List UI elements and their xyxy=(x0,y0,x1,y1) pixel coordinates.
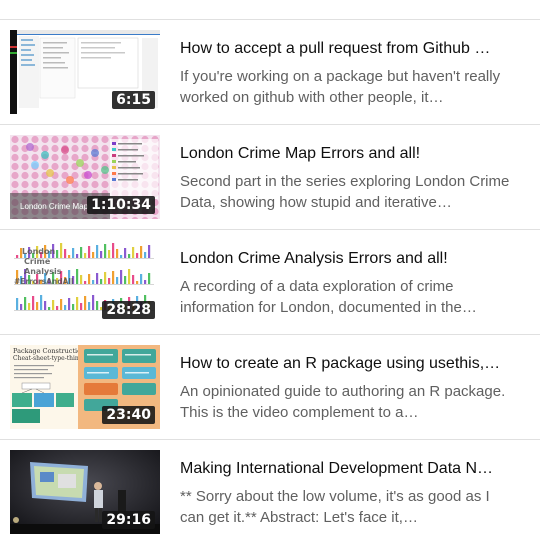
thumbnail-chart-bar xyxy=(52,300,55,310)
thumbnail-chart-bar xyxy=(136,281,139,284)
thumbnail-chart-bar xyxy=(80,275,83,284)
video-description: Second part in the series exploring Lond… xyxy=(180,173,510,211)
thumbnail-chart-bar xyxy=(120,255,123,258)
video-list-item[interactable]: 29:16 Making International Development D… xyxy=(0,440,540,544)
thumbnail-chart-bar xyxy=(60,299,63,310)
video-list-item[interactable]: Package Construction Cheat-sheet-type-th… xyxy=(0,335,540,439)
thumbnail-chart-bar xyxy=(96,245,99,258)
thumbnail-chart-bar xyxy=(88,274,91,284)
video-description: If you're working on a package but haven… xyxy=(180,68,501,106)
video-title[interactable]: How to accept a pull request from Github… xyxy=(180,39,520,59)
thumbnail-chart-bar xyxy=(84,296,87,310)
thumbnail-chart-bar xyxy=(68,255,71,258)
thumbnail-chart-bar xyxy=(116,277,119,284)
thumbnail-chart-bar xyxy=(104,272,107,284)
thumbnail-caption-line: Package Construction xyxy=(13,347,85,355)
thumbnail-chart-bar xyxy=(112,271,115,284)
thumbnail-chart-bar xyxy=(140,246,143,258)
thumbnail-caption-line: Crime xyxy=(24,257,51,266)
thumbnail-chart-bar xyxy=(32,296,35,310)
thumbnail-chart-bar xyxy=(84,253,87,258)
video-duration-badge: 6:15 xyxy=(112,91,155,109)
thumbnail-caption: London Crime Map xyxy=(20,202,89,211)
video-thumbnail[interactable]: 6:15 xyxy=(10,30,160,114)
thumbnail-chart-bar xyxy=(56,306,59,310)
video-thumbnail[interactable]: London Crime Map 1:10:34 xyxy=(10,135,160,219)
thumbnail-chart-bar xyxy=(72,304,75,310)
thumbnail-chart-bar xyxy=(108,250,111,258)
thumbnail-chart-bar xyxy=(128,269,131,284)
thumbnail-chart-bar xyxy=(60,243,63,258)
thumbnail-chart-bar xyxy=(140,274,143,284)
thumbnail-chart-bar xyxy=(16,298,19,310)
thumbnail-chart-bar xyxy=(132,247,135,258)
video-thumbnail[interactable]: London Crime Analysis #ErrorsAndAll 28:2… xyxy=(10,240,160,324)
thumbnail-chart-bar xyxy=(148,273,151,284)
video-thumbnail[interactable]: Package Construction Cheat-sheet-type-th… xyxy=(10,345,160,429)
video-title[interactable]: How to create an R package using usethis… xyxy=(180,354,520,374)
thumbnail-chart-bar xyxy=(76,269,79,284)
thumbnail-chart-bar xyxy=(36,302,39,310)
thumbnail-chart-bar xyxy=(132,275,135,284)
thumbnail-caption-line: #ErrorsAndAll xyxy=(14,277,74,286)
video-thumbnail[interactable]: 29:16 xyxy=(10,450,160,534)
video-description: ** Sorry about the low volume, it's as g… xyxy=(180,488,490,526)
thumbnail-chart-bar xyxy=(80,303,83,310)
video-duration-badge: 29:16 xyxy=(102,511,155,529)
thumbnail-chart-bar xyxy=(88,246,91,258)
thumbnail-chart-bar xyxy=(104,244,107,258)
thumbnail-chart-bar xyxy=(108,278,111,284)
thumbnail-chart-bar xyxy=(64,305,67,310)
thumbnail-chart-bar xyxy=(76,297,79,310)
thumbnail-chart-bar xyxy=(68,298,71,310)
thumbnail-chart-bar xyxy=(100,279,103,284)
video-duration-badge: 28:28 xyxy=(102,301,155,319)
video-duration-badge: 23:40 xyxy=(102,406,155,424)
thumbnail-chart-bar xyxy=(124,248,127,258)
thumbnail-chart-bar xyxy=(148,245,151,258)
thumbnail-chart-bar xyxy=(40,295,43,310)
thumbnail-chart-bar xyxy=(64,249,67,258)
video-list-item[interactable]: London Crime Map 1:10:34 London Crime Ma… xyxy=(0,125,540,229)
thumbnail-chart-bar xyxy=(112,243,115,258)
thumbnail-chart-bar xyxy=(96,301,99,310)
thumbnail-chart-bar xyxy=(144,252,147,258)
thumbnail-chart-bar xyxy=(88,302,91,310)
thumbnail-chart-bar xyxy=(84,281,87,284)
thumbnail-chart-bar xyxy=(136,253,139,258)
video-title[interactable]: London Crime Analysis Errors and all! xyxy=(180,249,520,269)
thumbnail-chart-bar xyxy=(128,254,131,258)
thumbnail-chart-bar xyxy=(76,254,79,258)
thumbnail-chart-bar xyxy=(96,273,99,284)
thumbnail-chart-bar xyxy=(124,276,127,284)
video-title[interactable]: London Crime Map Errors and all! xyxy=(180,144,520,164)
thumbnail-chart-bar xyxy=(92,280,95,284)
video-title[interactable]: Making International Development Data N… xyxy=(180,459,520,479)
thumbnail-caption-line: London xyxy=(22,247,56,256)
thumbnail-chart-bar xyxy=(80,247,83,258)
thumbnail-chart-bar xyxy=(144,280,147,284)
thumbnail-chart-bar xyxy=(28,303,31,310)
thumbnail-chart-bar xyxy=(92,252,95,258)
thumbnail-chart-bar xyxy=(16,255,19,258)
video-list-item[interactable]: London Crime Analysis #ErrorsAndAll 28:2… xyxy=(0,230,540,334)
thumbnail-chart-bar xyxy=(100,251,103,258)
thumbnail-chart-bar xyxy=(20,304,23,310)
thumbnail-chart-bar xyxy=(48,307,51,310)
thumbnail-chart-bar xyxy=(120,270,123,284)
thumbnail-chart-bar xyxy=(116,249,119,258)
thumbnail-caption-line: Cheat-sheet-type-thing xyxy=(13,355,83,362)
thumbnail-chart-bar xyxy=(44,301,47,310)
thumbnail-chart-bar xyxy=(24,297,27,310)
thumbnail-caption-line: Analysis xyxy=(24,267,62,276)
thumbnail-chart-bar xyxy=(72,248,75,258)
video-duration-badge: 1:10:34 xyxy=(87,196,155,214)
thumbnail-chart-bar xyxy=(92,295,95,310)
video-description: A recording of a data exploration of cri… xyxy=(180,278,477,316)
video-description: An opinionated guide to authoring an R p… xyxy=(180,383,506,421)
video-list-item[interactable]: 6:15 How to accept a pull request from G… xyxy=(0,20,540,124)
thumbnail-chart-bar xyxy=(56,250,59,258)
